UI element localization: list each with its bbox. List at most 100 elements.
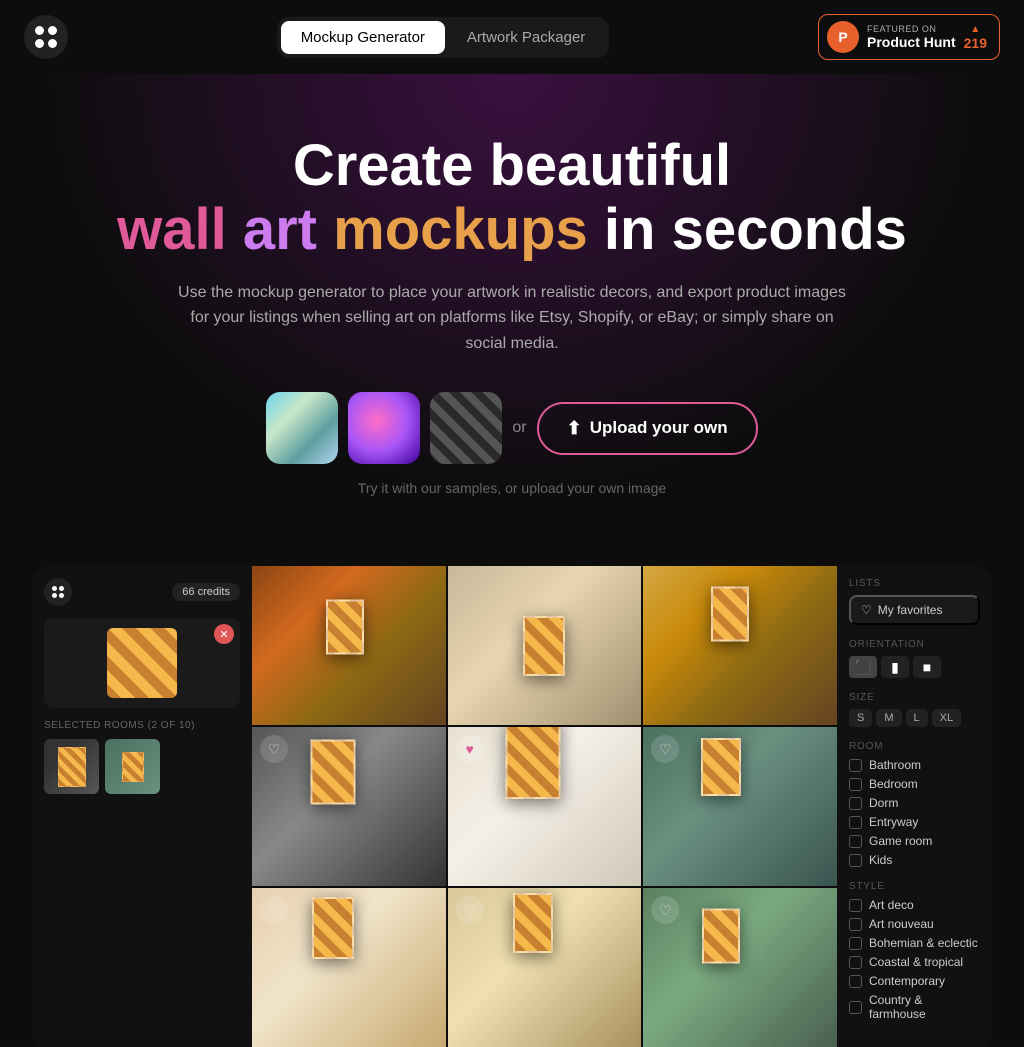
ph-arrow-icon: ▲ [970, 24, 980, 35]
size-xl[interactable]: XL [932, 709, 961, 727]
room-checkbox-5[interactable] [849, 854, 862, 867]
room-cell-6[interactable]: ♡ [643, 727, 837, 886]
room-list: Bathroom Bedroom Dorm Entryway Game room Kids [849, 758, 980, 867]
style-checkbox-1[interactable] [849, 918, 862, 931]
left-panel: 66 credits ✕ SELECTED ROOMS (2 OF 10) [32, 566, 252, 1047]
ph-number: 219 [964, 35, 987, 51]
hero-section: Create beautiful wall art mockups in sec… [0, 74, 1024, 536]
heart-button-9[interactable]: ♡ [651, 896, 679, 924]
nav-tabs: Mockup Generator Artwork Packager [277, 17, 610, 58]
my-favorites-button[interactable]: ♡ My favorites [849, 595, 980, 625]
filter-orientation: ORIENTATION ⬛ ▮ ■ [849, 639, 980, 678]
room-item-dorm[interactable]: Dorm [849, 796, 980, 810]
orient-square[interactable]: ■ [913, 656, 941, 678]
heart-icon: ♡ [861, 603, 872, 617]
hero-subtitle: Use the mockup generator to place your a… [172, 280, 852, 357]
credits-badge: 66 credits [172, 583, 240, 601]
sample-image-2[interactable] [348, 392, 420, 464]
tab-artwork-packager[interactable]: Artwork Packager [447, 21, 605, 54]
orientation-label: ORIENTATION [849, 639, 980, 650]
room-item-bathroom[interactable]: Bathroom [849, 758, 980, 772]
filter-size: SIZE S M L XL [849, 692, 980, 727]
heart-button-4[interactable]: ♡ [260, 735, 288, 763]
upload-icon: ⬆ [567, 418, 582, 439]
room-cell-5[interactable]: ♥ [448, 727, 642, 886]
style-checkbox-4[interactable] [849, 975, 862, 988]
orient-landscape[interactable]: ⬛ [849, 656, 877, 678]
orientation-buttons: ⬛ ▮ ■ [849, 656, 980, 678]
art-overlay-4 [311, 739, 356, 804]
word-art: art [243, 197, 317, 262]
artwork-upload-box[interactable]: ✕ [44, 618, 240, 708]
room-cell-4[interactable]: ♡ [252, 727, 446, 886]
style-item-country--farmhouse[interactable]: Country & farmhouse [849, 993, 980, 1021]
heart-button-8[interactable]: ♡ [456, 896, 484, 924]
heart-button-5[interactable]: ♥ [456, 735, 484, 763]
size-l[interactable]: L [906, 709, 928, 727]
room-item-kids[interactable]: Kids [849, 853, 980, 867]
style-checkbox-2[interactable] [849, 937, 862, 950]
filter-style: STYLE Art deco Art nouveau Bohemian & ecle… [849, 881, 980, 1021]
room-checkbox-3[interactable] [849, 816, 862, 829]
or-separator: or [512, 419, 526, 437]
room-checkbox-4[interactable] [849, 835, 862, 848]
room-cell-1[interactable] [252, 566, 446, 725]
navigation: Mockup Generator Artwork Packager P FEAT… [0, 0, 1024, 74]
my-favorites-label: My favorites [878, 603, 943, 617]
room-cell-8[interactable]: ♡ [448, 888, 642, 1047]
filter-room: ROOM BathroomBedroomDormEntrywayGame roo… [849, 741, 980, 867]
tab-mockup-generator[interactable]: Mockup Generator [281, 21, 445, 54]
upload-button[interactable]: ⬆ Upload your own [537, 402, 758, 455]
style-item-bohemian--eclectic[interactable]: Bohemian & eclectic [849, 936, 980, 950]
room-cell-7[interactable]: ♡ [252, 888, 446, 1047]
room-item-entryway[interactable]: Entryway [849, 815, 980, 829]
art-overlay-7 [312, 897, 354, 959]
product-hunt-logo: P [827, 21, 859, 53]
delete-artwork-button[interactable]: ✕ [214, 624, 234, 644]
selected-room-thumb-1[interactable] [44, 739, 99, 794]
room-checkbox-1[interactable] [849, 778, 862, 791]
heart-button-7[interactable]: ♡ [260, 896, 288, 924]
room-checkbox-2[interactable] [849, 797, 862, 810]
size-buttons: S M L XL [849, 709, 980, 727]
size-m[interactable]: M [876, 709, 901, 727]
style-item-art-nouveau[interactable]: Art nouveau [849, 917, 980, 931]
selected-thumbs [44, 739, 240, 794]
right-panel: LISTS ♡ My favorites ORIENTATION ⬛ ▮ ■ S… [837, 566, 992, 1047]
product-hunt-badge[interactable]: P FEATURED ON Product Hunt ▲ 219 [818, 14, 1000, 60]
room-cell-9[interactable]: ♡ [643, 888, 837, 1047]
word-seconds: seconds [672, 197, 907, 262]
room-item-bedroom[interactable]: Bedroom [849, 777, 980, 791]
art-overlay-9 [702, 909, 740, 964]
style-label: STYLE [849, 881, 980, 892]
sample-image-3[interactable] [430, 392, 502, 464]
sample-image-1[interactable] [266, 392, 338, 464]
room-item-game-room[interactable]: Game room [849, 834, 980, 848]
logo[interactable] [24, 15, 68, 59]
room-cell-2[interactable] [448, 566, 642, 725]
style-checkbox-3[interactable] [849, 956, 862, 969]
word-wall: wall [117, 197, 227, 262]
ph-count: ▲ 219 [964, 24, 987, 51]
style-item-coastal--tropical[interactable]: Coastal & tropical [849, 955, 980, 969]
style-checkbox-5[interactable] [849, 1001, 862, 1014]
lists-label: LISTS [849, 578, 980, 589]
samples-row: or ⬆ Upload your own [20, 392, 1004, 464]
filter-lists: LISTS ♡ My favorites [849, 578, 980, 625]
art-overlay-3 [711, 587, 749, 642]
orient-portrait[interactable]: ▮ [881, 656, 909, 678]
selected-rooms-label: SELECTED ROOMS (2 OF 10) [44, 720, 240, 731]
room-cell-3[interactable] [643, 566, 837, 725]
ph-featured-label: FEATURED ON [867, 24, 956, 34]
upload-label: Upload your own [590, 418, 728, 438]
heart-button-6[interactable]: ♡ [651, 735, 679, 763]
art-overlay-8 [513, 893, 553, 953]
room-checkbox-0[interactable] [849, 759, 862, 772]
style-checkbox-0[interactable] [849, 899, 862, 912]
artwork-preview [107, 628, 177, 698]
selected-room-thumb-2[interactable] [105, 739, 160, 794]
size-s[interactable]: S [849, 709, 872, 727]
style-item-art-deco[interactable]: Art deco [849, 898, 980, 912]
style-item-contemporary[interactable]: Contemporary [849, 974, 980, 988]
art-overlay-1 [326, 599, 364, 654]
